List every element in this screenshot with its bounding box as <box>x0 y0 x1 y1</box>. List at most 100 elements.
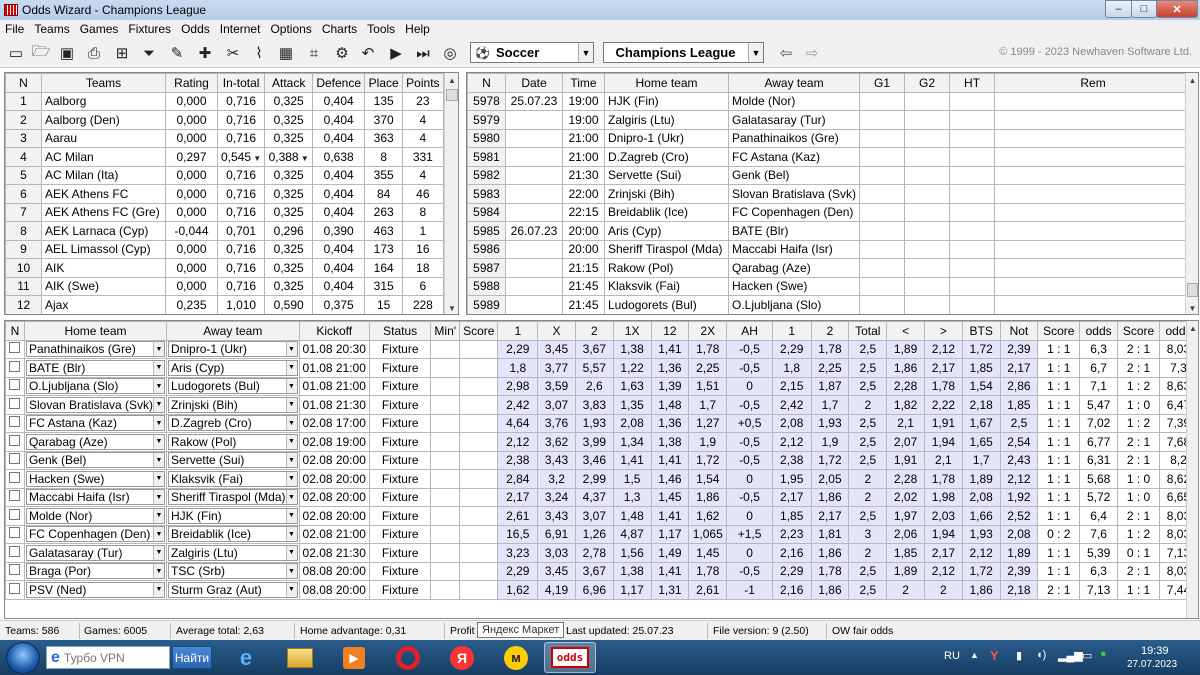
odds-cell-2[interactable]: 6,96 <box>574 580 614 600</box>
table-row[interactable]: 5982 21:30 Servette (Sui) Genk (Bel) <box>467 165 1193 185</box>
status-cell[interactable]: Fixture <box>368 358 432 378</box>
team-cell-n[interactable]: 5 <box>5 165 42 185</box>
game-cell-time[interactable]: 19:00 <box>562 110 605 130</box>
row-checkbox[interactable] <box>9 434 21 446</box>
away-team-select-cell[interactable]: Sheriff Tiraspol (Mda) ▼ <box>166 487 300 507</box>
row-checkbox[interactable] <box>9 490 21 502</box>
odds-cell-12[interactable]: 1,38 <box>650 432 690 452</box>
fixtures-header-min[interactable]: Min' <box>430 321 461 341</box>
fixtures-header-col[interactable]: < <box>886 321 925 341</box>
odds-cell-x[interactable]: 3,45 <box>537 561 576 581</box>
table-row[interactable]: 5 AC Milan (Ita) 0,000 0,716 0,325 0,404 355 4 <box>5 165 444 185</box>
minute-cell[interactable] <box>430 413 461 433</box>
odds-cell-col[interactable]: 1,97 <box>886 506 925 526</box>
shield-icon[interactable]: ● <box>1100 648 1107 660</box>
odds-cell-12[interactable]: 1,46 <box>650 469 690 489</box>
odds-cell-score[interactable]: 0 : 2 <box>1037 524 1081 544</box>
odds-cell-ah[interactable]: 0 <box>726 543 773 563</box>
odds-cell-score[interactable]: 1 : 1 <box>1037 506 1081 526</box>
kickoff-cell[interactable]: 02.08 21:00 <box>298 524 370 544</box>
odds-cell-col[interactable]: 1,91 <box>923 413 963 433</box>
away-team-select-cell[interactable]: Dnipro-1 (Ukr) ▼ <box>166 339 300 359</box>
odds-cell-2[interactable]: 3,67 <box>574 339 614 359</box>
media-player-icon[interactable]: ▶ <box>328 642 380 673</box>
away-team-select-cell[interactable]: Servette (Sui) ▼ <box>166 450 300 470</box>
game-cell-g1[interactable] <box>859 258 906 278</box>
print-icon[interactable]: ⎙ <box>84 43 104 63</box>
odds-cell-total[interactable]: 2 <box>848 543 888 563</box>
table-row[interactable]: 2 Aalborg (Den) 0,000 0,716 0,325 0,404 370 4 <box>5 110 444 130</box>
game-cell-n[interactable]: 5978 <box>467 91 506 111</box>
odds-cell-odds[interactable]: 7,1 <box>1079 376 1119 396</box>
fixtures-header-bts[interactable]: BTS <box>961 321 1001 341</box>
minute-cell[interactable] <box>430 487 461 507</box>
odds-cell-col[interactable]: 1,94 <box>923 432 963 452</box>
fixtures-header-away-team[interactable]: Away team <box>166 321 300 341</box>
odds-cell-score[interactable]: 1 : 1 <box>1037 543 1081 563</box>
odds-cell-total[interactable]: 2 <box>848 487 888 507</box>
game-cell-time[interactable]: 22:00 <box>562 184 605 204</box>
status-cell[interactable]: Fixture <box>368 432 432 452</box>
away-team-select[interactable]: Ludogorets (Bul) ▼ <box>168 378 298 395</box>
game-cell-rem[interactable] <box>994 221 1193 241</box>
odds-cell-x[interactable]: 4,19 <box>537 580 576 600</box>
odds-cell-col[interactable]: 2,28 <box>886 376 925 396</box>
away-team-select[interactable]: Zalgiris (Ltu) ▼ <box>168 544 298 561</box>
game-cell-home-team[interactable]: Zalgiris (Ltu) <box>604 110 729 130</box>
home-team-select[interactable]: Hacken (Swe) ▼ <box>25 470 166 487</box>
odds-cell-2x[interactable]: 1,62 <box>688 506 728 526</box>
odds-cell-not[interactable]: 2,17 <box>999 358 1039 378</box>
row-checkbox[interactable] <box>9 453 21 465</box>
game-cell-time[interactable]: 21:30 <box>562 165 605 185</box>
odds-cell-2[interactable]: 2,6 <box>574 376 614 396</box>
close-button[interactable]: ✕ <box>1156 0 1198 18</box>
odds-cell-not[interactable]: 2,08 <box>999 524 1039 544</box>
table-row[interactable]: 5986 20:00 Sheriff Tiraspol (Mda) Maccabi H… <box>467 239 1193 259</box>
odds-cell-not[interactable]: 1,85 <box>999 395 1039 415</box>
odds-cell-score[interactable]: 1 : 0 <box>1117 487 1160 507</box>
game-cell-date[interactable] <box>505 184 563 204</box>
odds-cell-2[interactable]: 1,93 <box>574 413 614 433</box>
odds-cell-ah[interactable]: +0,5 <box>726 413 773 433</box>
odds-cell-2[interactable]: 1,86 <box>810 543 850 563</box>
odds-cell-odds[interactable]: 7,02 <box>1079 413 1119 433</box>
games-header-g2[interactable]: G2 <box>904 73 951 93</box>
home-team-select[interactable]: FC Copenhagen (Den) ▼ <box>25 526 166 543</box>
odds-cell-1x[interactable]: 1,5 <box>612 469 652 489</box>
row-checkbox[interactable] <box>9 564 21 576</box>
table-row[interactable]: Braga (Por) ▼ TSC (Srb) ▼ 08.08 20:00 Fixture… <box>5 561 1198 581</box>
game-cell-g2[interactable] <box>904 91 951 111</box>
kickoff-cell[interactable]: 01.08 21:00 <box>298 376 370 396</box>
team-cell-n[interactable]: 10 <box>5 258 42 278</box>
odds-cell-1x[interactable]: 4,87 <box>612 524 652 544</box>
game-cell-g1[interactable] <box>859 202 906 222</box>
odds-cell-score[interactable]: 1 : 1 <box>1037 339 1081 359</box>
row-checkbox-cell[interactable] <box>5 395 25 415</box>
battery-icon[interactable]: ▮ <box>1016 649 1022 662</box>
odds-cell-score[interactable]: 1 : 2 <box>1117 413 1160 433</box>
away-team-select[interactable]: Dnipro-1 (Ukr) ▼ <box>168 341 298 358</box>
game-cell-g2[interactable] <box>904 110 951 130</box>
odds-cell-col[interactable]: 2,17 <box>923 543 963 563</box>
game-cell-g2[interactable] <box>904 184 951 204</box>
games-header-n[interactable]: N <box>467 73 506 93</box>
minute-cell[interactable] <box>430 395 461 415</box>
row-checkbox-cell[interactable] <box>5 487 25 507</box>
home-team-select-cell[interactable]: O.Ljubljana (Slo) ▼ <box>23 376 168 396</box>
team-cell-teams[interactable]: AEK Athens FC <box>41 184 166 204</box>
home-team-select-cell[interactable]: Braga (Por) ▼ <box>23 561 168 581</box>
odds-cell-col[interactable]: 1,85 <box>886 543 925 563</box>
score-cell[interactable] <box>459 561 499 581</box>
odds-cell-bts[interactable]: 2,12 <box>961 543 1001 563</box>
status-cell[interactable]: Fixture <box>368 413 432 433</box>
teams-header-attack[interactable]: Attack <box>264 73 314 93</box>
odds-cell-2x[interactable]: 1,27 <box>688 413 728 433</box>
odds-cell-1[interactable]: 1,8 <box>771 358 812 378</box>
game-cell-away-team[interactable]: O.Ljubljana (Slo) <box>727 295 861 314</box>
game-cell-g1[interactable] <box>859 147 906 167</box>
odds-cell-x[interactable]: 3,03 <box>537 543 576 563</box>
fixtures-header-kickoff[interactable]: Kickoff <box>298 321 370 341</box>
fixtures-header-2x[interactable]: 2X <box>688 321 728 341</box>
home-team-select[interactable]: FC Astana (Kaz) ▼ <box>25 415 166 432</box>
table-row[interactable]: 5983 22:00 Zrinjski (Bih) Slovan Bratislava… <box>467 184 1193 204</box>
